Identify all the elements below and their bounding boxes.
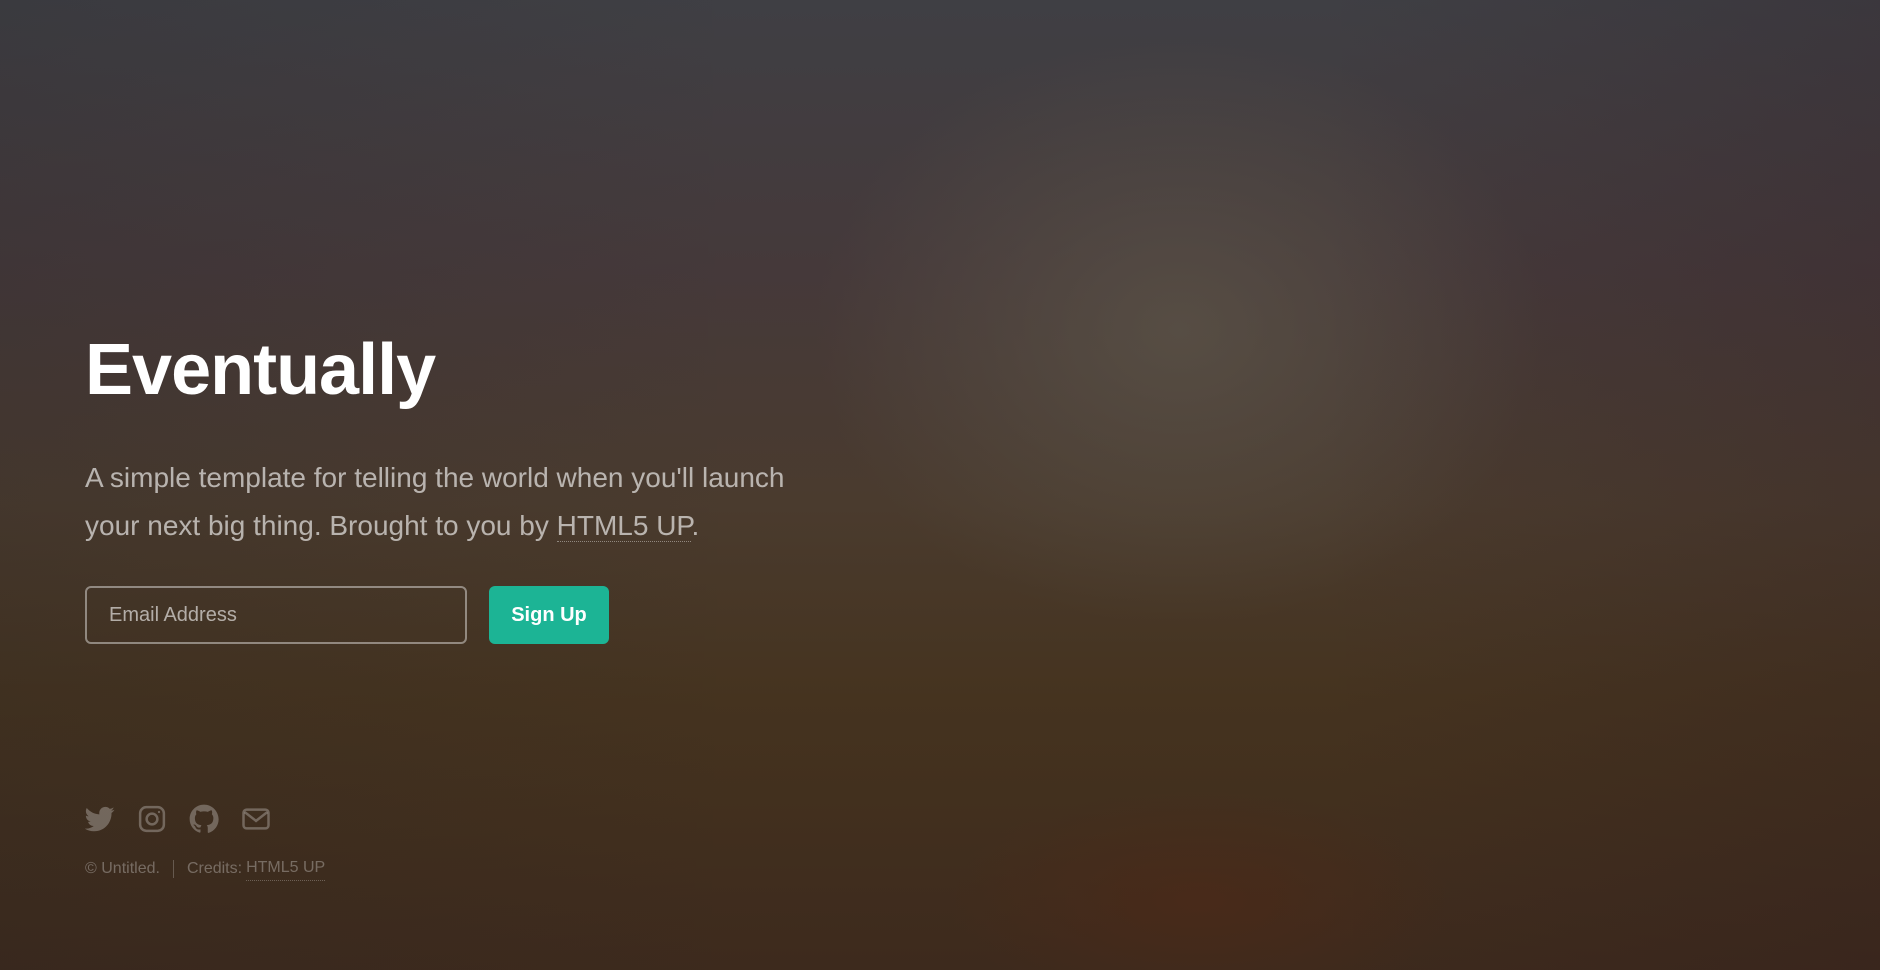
email-input[interactable] — [85, 586, 467, 644]
page-header: Eventually A simple template for telling… — [85, 330, 845, 550]
footer-divider — [172, 859, 174, 878]
envelope-icon[interactable] — [241, 804, 271, 834]
page-title: Eventually — [85, 330, 436, 410]
credits-label: Credits: — [186, 859, 243, 877]
sign-up-button[interactable]: Sign Up — [489, 586, 609, 644]
signup-form: Sign Up — [85, 586, 609, 644]
credits-link[interactable]: HTML5 UP — [246, 856, 326, 881]
html5up-link[interactable]: HTML5 UP — [556, 510, 692, 542]
social-icons — [85, 804, 271, 834]
footer: © Untitled. Credits: HTML5 UP — [85, 856, 326, 881]
instagram-icon[interactable] — [137, 804, 167, 834]
twitter-icon[interactable] — [85, 804, 115, 834]
copyright-text: © Untitled. — [85, 859, 160, 877]
tagline: A simple template for telling the world … — [85, 454, 825, 550]
tagline-period: . — [691, 510, 700, 541]
github-icon[interactable] — [189, 804, 219, 834]
